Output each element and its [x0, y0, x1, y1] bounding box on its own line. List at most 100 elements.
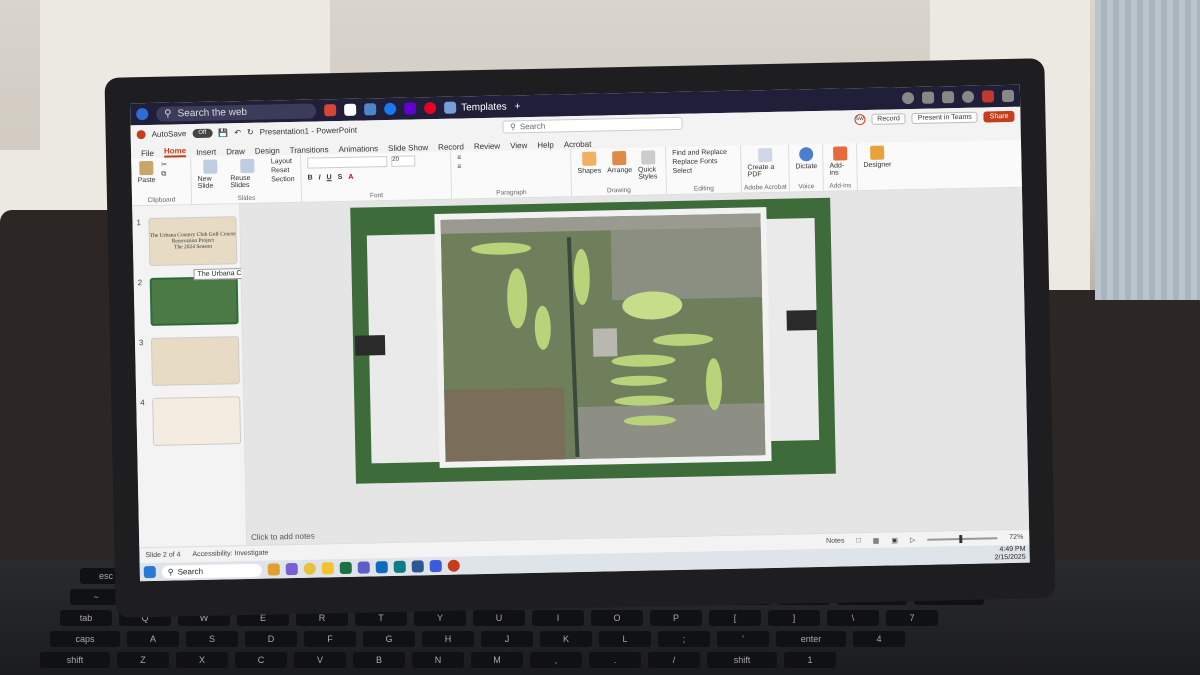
italic-button[interactable]: I — [319, 174, 321, 181]
keyboard-key[interactable]: U — [473, 610, 525, 626]
slide-thumbnail-3[interactable] — [150, 336, 240, 386]
outlook-taskbar-icon[interactable] — [375, 561, 388, 574]
keyboard-key[interactable]: Z — [117, 652, 169, 668]
keyboard-key[interactable]: shift — [707, 652, 777, 668]
keyboard-key[interactable]: I — [532, 610, 584, 626]
browser-taskbar-icon[interactable] — [429, 559, 442, 573]
redo-icon[interactable]: ↻ — [247, 127, 254, 136]
copy-icon[interactable]: ⧉ — [161, 171, 167, 179]
tab-home[interactable]: Home — [163, 146, 187, 158]
keyboard-key[interactable]: N — [412, 652, 464, 668]
amazon-icon[interactable] — [344, 103, 357, 116]
keyboard-key[interactable]: ~ — [70, 589, 122, 605]
slide-thumbnail-4[interactable] — [152, 396, 242, 446]
cut-icon[interactable]: ✂ — [161, 161, 167, 169]
keyboard-key[interactable]: shift — [40, 652, 110, 668]
keyboard-key[interactable]: ] — [768, 610, 820, 626]
golf-course-map-image[interactable] — [434, 207, 772, 468]
gmail-icon[interactable] — [324, 104, 337, 117]
browser-logo-icon[interactable] — [136, 107, 149, 121]
scissors-icon[interactable] — [921, 91, 935, 104]
keyboard-key[interactable]: G — [363, 631, 415, 647]
notes-toggle[interactable]: Notes — [826, 538, 844, 545]
record-button[interactable]: Record — [871, 112, 906, 125]
strikethrough-button[interactable]: S — [338, 174, 343, 181]
slide-canvas[interactable]: Click to add notes — [240, 187, 1030, 546]
keyboard-key[interactable]: L — [599, 631, 651, 647]
align-icon[interactable]: ≡ — [457, 163, 461, 170]
store-icon[interactable] — [393, 560, 406, 573]
keyboard-key[interactable]: , — [530, 652, 582, 668]
select-button[interactable]: Select — [672, 167, 727, 175]
keyboard-key[interactable]: ; — [658, 631, 710, 647]
copilot-icon[interactable] — [285, 562, 298, 576]
slide-thumbnail-2[interactable] — [149, 276, 239, 326]
tab-view[interactable]: View — [510, 141, 527, 150]
widgets-icon[interactable] — [267, 563, 280, 576]
zoom-level[interactable]: 72% — [1009, 534, 1023, 541]
zoom-slider-thumb[interactable] — [959, 534, 963, 543]
share-button[interactable]: Share — [983, 110, 1015, 122]
camera-icon[interactable] — [941, 91, 955, 104]
underline-button[interactable]: U — [327, 174, 332, 181]
present-in-teams-button[interactable]: Present in Teams — [911, 111, 978, 124]
find-replace-button[interactable]: Find and Replace — [672, 149, 727, 157]
word-icon[interactable] — [411, 560, 424, 573]
keyboard-key[interactable]: 4 — [853, 631, 905, 647]
tab-file[interactable]: File — [141, 149, 154, 158]
tab-insert[interactable]: Insert — [196, 148, 216, 157]
replace-fonts-button[interactable]: Replace Fonts — [672, 158, 727, 166]
font-size-select[interactable]: 20 — [391, 155, 416, 167]
slideshow-icon[interactable]: ▷ — [910, 536, 916, 544]
save-icon[interactable]: 💾 — [218, 128, 228, 137]
powerpoint-taskbar-icon[interactable] — [447, 559, 460, 572]
user-avatar[interactable]: SW — [854, 113, 866, 125]
yahoo-icon[interactable] — [404, 102, 417, 115]
extension-icon[interactable] — [901, 91, 915, 105]
current-slide[interactable] — [350, 197, 836, 484]
keyboard-key[interactable]: C — [235, 652, 287, 668]
keyboard-key[interactable]: / — [648, 652, 700, 668]
file-explorer-icon[interactable] — [321, 562, 334, 575]
tab-help[interactable]: Help — [537, 141, 554, 150]
keyboard-key[interactable]: 1 — [784, 652, 836, 668]
keyboard-key[interactable]: [ — [709, 610, 761, 626]
ppt-search-box[interactable]: ⚲ Search — [502, 116, 684, 134]
undo-icon[interactable]: ↶ — [234, 128, 241, 137]
keyboard-key[interactable]: D — [245, 631, 297, 647]
designer-button[interactable]: Designer — [863, 145, 892, 187]
keyboard-key[interactable]: M — [471, 652, 523, 668]
font-color-button[interactable]: A — [348, 174, 353, 181]
trash-icon[interactable] — [981, 90, 995, 103]
tab-templates[interactable]: Templates — [444, 100, 507, 114]
new-tab-button[interactable]: + — [515, 101, 521, 112]
reading-view-icon[interactable]: ▣ — [891, 536, 898, 544]
windows-start-icon[interactable] — [143, 565, 156, 579]
keyboard-key[interactable]: P — [650, 610, 702, 626]
keyboard-key[interactable]: F — [304, 631, 356, 647]
reset-button[interactable]: Reset — [271, 167, 295, 174]
pinterest-icon[interactable] — [424, 101, 437, 115]
slide-thumbnail-1[interactable]: The Urbana Country Club Golf Course Reno… — [148, 216, 238, 267]
play-icon[interactable] — [961, 90, 975, 103]
keyboard-key[interactable]: enter — [776, 631, 846, 647]
keyboard-key[interactable]: B — [353, 652, 405, 668]
autosave-toggle[interactable]: Off — [192, 128, 213, 138]
system-clock[interactable]: 4:49 PM 2/15/2025 — [994, 546, 1025, 563]
accessibility-status[interactable]: Accessibility: Investigate — [192, 550, 268, 559]
keyboard-key[interactable]: A — [127, 631, 179, 647]
section-button[interactable]: Section — [271, 176, 295, 183]
keyboard-key[interactable]: tab — [60, 610, 112, 626]
keyboard-key[interactable]: S — [186, 631, 238, 647]
keyboard-key[interactable]: H — [422, 631, 474, 647]
keyboard-key[interactable]: V — [294, 652, 346, 668]
keyboard-key[interactable]: caps — [50, 631, 120, 647]
facebook-icon[interactable] — [384, 102, 397, 116]
web-search-box[interactable]: ⚲ Search the web — [156, 102, 317, 122]
teams-icon[interactable] — [357, 561, 370, 574]
normal-view-icon[interactable]: □ — [856, 537, 860, 544]
chrome-icon[interactable] — [303, 562, 316, 575]
keyboard-key[interactable]: . — [589, 652, 641, 668]
bold-button[interactable]: B — [308, 175, 313, 182]
layout-button[interactable]: Layout — [271, 158, 295, 165]
